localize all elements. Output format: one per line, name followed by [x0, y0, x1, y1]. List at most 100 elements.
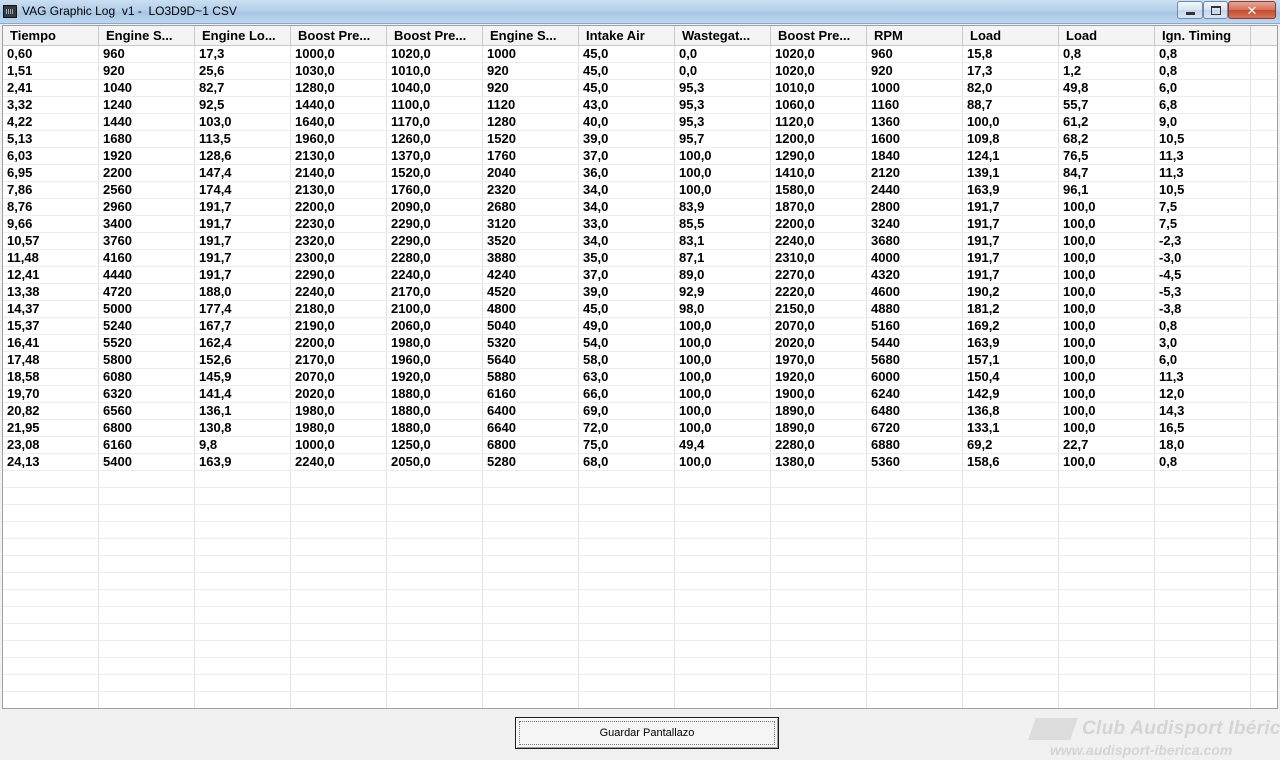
table-cell[interactable]: 4440 — [99, 267, 195, 284]
column-header[interactable]: Wastegat... — [675, 26, 771, 46]
column-header[interactable]: Boost Pre... — [291, 26, 387, 46]
table-cell[interactable]: 76,5 — [1059, 148, 1155, 165]
table-row[interactable]: 19,70 6320 141,4 2020,0 1880,0 6160 66,0 100,0 1… — [3, 386, 1277, 403]
table-cell[interactable]: 1260,0 — [387, 131, 483, 148]
table-cell[interactable]: 100,0 — [963, 114, 1059, 131]
table-cell[interactable]: 10,5 — [1155, 182, 1251, 199]
table-cell[interactable]: 9,0 — [1155, 114, 1251, 131]
table-cell[interactable]: 1280,0 — [291, 80, 387, 97]
table-cell[interactable]: 1240 — [99, 97, 195, 114]
table-cell[interactable]: 6160 — [483, 386, 579, 403]
table-cell[interactable]: 130,8 — [195, 420, 291, 437]
table-cell[interactable]: 45,0 — [579, 80, 675, 97]
table-cell[interactable]: 15,37 — [3, 318, 99, 335]
table-cell[interactable]: 4600 — [867, 284, 963, 301]
column-header[interactable]: Boost Pre... — [387, 26, 483, 46]
table-cell[interactable]: 1870,0 — [771, 199, 867, 216]
table-cell[interactable]: 2280,0 — [771, 437, 867, 454]
table-cell[interactable]: 2170,0 — [387, 284, 483, 301]
table-cell[interactable]: 920 — [483, 80, 579, 97]
table-cell[interactable]: 191,7 — [963, 267, 1059, 284]
table-cell[interactable]: 87,1 — [675, 250, 771, 267]
table-cell[interactable]: 5800 — [99, 352, 195, 369]
table-cell[interactable]: 190,2 — [963, 284, 1059, 301]
table-cell[interactable]: 18,0 — [1155, 437, 1251, 454]
table-cell[interactable]: 0,8 — [1155, 318, 1251, 335]
table-cell[interactable]: 7,5 — [1155, 199, 1251, 216]
table-cell[interactable]: -3,8 — [1155, 301, 1251, 318]
maximize-button[interactable] — [1203, 1, 1228, 19]
table-cell[interactable]: 128,6 — [195, 148, 291, 165]
table-cell[interactable]: 2020,0 — [771, 335, 867, 352]
column-header[interactable]: Boost Pre... — [771, 26, 867, 46]
column-header[interactable]: Load — [1059, 26, 1155, 46]
table-cell[interactable]: 100,0 — [1059, 335, 1155, 352]
table-cell[interactable]: 2090,0 — [387, 199, 483, 216]
table-cell[interactable]: 4000 — [867, 250, 963, 267]
table-cell[interactable]: 1200,0 — [771, 131, 867, 148]
table-cell[interactable]: 2130,0 — [291, 182, 387, 199]
table-cell[interactable]: 66,0 — [579, 386, 675, 403]
table-row[interactable]: 7,86 2560 174,4 2130,0 1760,0 2320 34,0 100,0 15… — [3, 182, 1277, 199]
table-cell[interactable]: 2100,0 — [387, 301, 483, 318]
table-cell[interactable]: 136,8 — [963, 403, 1059, 420]
table-cell[interactable]: 1,51 — [3, 63, 99, 80]
table-cell[interactable]: 2070,0 — [291, 369, 387, 386]
table-cell[interactable]: 124,1 — [963, 148, 1059, 165]
table-cell[interactable]: -5,3 — [1155, 284, 1251, 301]
table-cell[interactable]: 2680 — [483, 199, 579, 216]
table-cell[interactable]: 1290,0 — [771, 148, 867, 165]
table-cell[interactable]: 37,0 — [579, 267, 675, 284]
table-cell[interactable]: 2140,0 — [291, 165, 387, 182]
table-cell[interactable]: 1000,0 — [291, 437, 387, 454]
table-cell[interactable]: 136,1 — [195, 403, 291, 420]
table-cell[interactable]: 75,0 — [579, 437, 675, 454]
table-cell[interactable]: 85,5 — [675, 216, 771, 233]
table-cell[interactable]: 142,9 — [963, 386, 1059, 403]
table-row[interactable]: 1,51 920 25,6 1030,0 1010,0 920 45,0 0,0 1020,0 9… — [3, 63, 1277, 80]
table-cell[interactable]: 177,4 — [195, 301, 291, 318]
table-cell[interactable]: 163,9 — [963, 335, 1059, 352]
table-cell[interactable]: 7,5 — [1155, 216, 1251, 233]
table-cell[interactable]: 9,66 — [3, 216, 99, 233]
table-cell[interactable]: 6400 — [483, 403, 579, 420]
table-cell[interactable]: 100,0 — [675, 369, 771, 386]
table-cell[interactable]: 1000 — [867, 80, 963, 97]
table-cell[interactable]: -2,3 — [1155, 233, 1251, 250]
column-header[interactable]: Engine S... — [483, 26, 579, 46]
table-cell[interactable]: 68,2 — [1059, 131, 1155, 148]
table-cell[interactable]: 2300,0 — [291, 250, 387, 267]
table-cell[interactable]: 11,3 — [1155, 165, 1251, 182]
table-cell[interactable]: 10,57 — [3, 233, 99, 250]
table-cell[interactable]: 5240 — [99, 318, 195, 335]
table-cell[interactable]: 8,76 — [3, 199, 99, 216]
table-cell[interactable]: 1280 — [483, 114, 579, 131]
table-cell[interactable]: 100,0 — [1059, 352, 1155, 369]
table-cell[interactable]: 2130,0 — [291, 148, 387, 165]
table-cell[interactable]: 1920,0 — [387, 369, 483, 386]
column-header[interactable]: Tiempo — [3, 26, 99, 46]
table-cell[interactable]: 14,3 — [1155, 403, 1251, 420]
table-row[interactable]: 17,48 5800 152,6 2170,0 1960,0 5640 58,0 100,0 1… — [3, 352, 1277, 369]
table-cell[interactable]: 11,48 — [3, 250, 99, 267]
table-cell[interactable]: 920 — [867, 63, 963, 80]
table-cell[interactable]: 2120 — [867, 165, 963, 182]
table-cell[interactable]: 1520,0 — [387, 165, 483, 182]
table-cell[interactable]: 6,0 — [1155, 352, 1251, 369]
table-row[interactable]: 0,60 960 17,3 1000,0 1020,0 1000 45,0 0,0 1020,0… — [3, 46, 1277, 63]
table-cell[interactable]: 1410,0 — [771, 165, 867, 182]
table-cell[interactable]: 3240 — [867, 216, 963, 233]
table-cell[interactable]: 188,0 — [195, 284, 291, 301]
table-cell[interactable]: 100,0 — [675, 352, 771, 369]
table-cell[interactable]: 83,1 — [675, 233, 771, 250]
table-cell[interactable]: 49,8 — [1059, 80, 1155, 97]
table-cell[interactable]: 1160 — [867, 97, 963, 114]
table-cell[interactable]: 960 — [867, 46, 963, 63]
table-cell[interactable]: 2290,0 — [387, 216, 483, 233]
table-cell[interactable]: 191,7 — [195, 250, 291, 267]
table-cell[interactable]: 6000 — [867, 369, 963, 386]
table-cell[interactable]: 54,0 — [579, 335, 675, 352]
table-cell[interactable]: 1970,0 — [771, 352, 867, 369]
save-screenshot-button[interactable]: Guardar Pantallazo — [515, 717, 779, 749]
table-row[interactable]: 10,57 3760 191,7 2320,0 2290,0 3520 34,0 83,1 22… — [3, 233, 1277, 250]
